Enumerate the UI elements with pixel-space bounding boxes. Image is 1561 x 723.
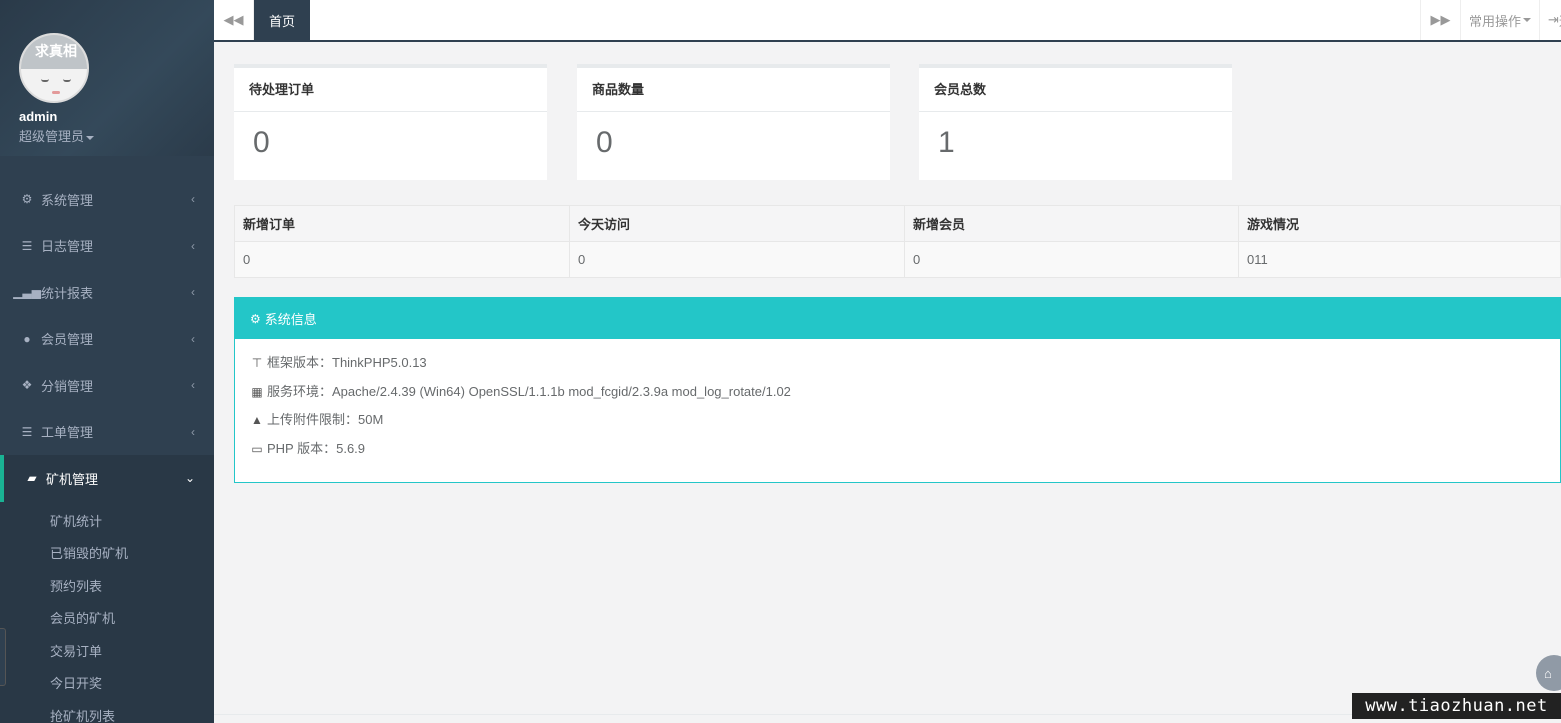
sidebar-item-label: 分销管理: [41, 378, 94, 394]
cubes-icon: ❖: [21, 378, 33, 393]
table-row: 0 0 0 011: [234, 241, 1561, 278]
home-float-button[interactable]: ⌂: [1536, 655, 1561, 691]
tab-home[interactable]: 首页: [254, 0, 311, 40]
table-header-cell: 新增订单: [234, 205, 570, 242]
sidebar-nav: ⚙ 系统管理 ‹ ☰ 日志管理 ‹ ▁▃▅ 统计报表 ‹ ● 会员管理 ‹ ❖ …: [0, 176, 214, 502]
sidebar-toggle-handle[interactable]: [0, 628, 6, 686]
stat-pending-orders: 待处理订单 0: [234, 64, 547, 180]
logout-button[interactable]: ⇥退出: [1539, 0, 1561, 40]
chevron-left-icon: ‹: [191, 331, 195, 346]
sign-out-icon: ⇥: [1548, 12, 1559, 27]
info-row: ▦ 服务环境：Apache/2.4.39 (Win64) OpenSSL/1.1…: [250, 378, 1545, 407]
server-icon: ☰: [21, 238, 33, 253]
info-row: ▲ 上传附件限制：50M: [250, 406, 1545, 435]
gears-icon: ⚙: [250, 311, 261, 326]
user-name: admin: [19, 109, 58, 124]
submenu-item[interactable]: 交易订单: [0, 636, 214, 669]
avatar-text: 求真相: [35, 44, 77, 60]
stat-title: 会员总数: [919, 68, 1232, 112]
system-info-panel: ⚙ 系统信息 ⊤ 框架版本：ThinkPHP5.0.13 ▦ 服务环境：Apac…: [234, 297, 1561, 483]
chevron-left-icon: ‹: [191, 378, 195, 393]
tab-scroll-left-button[interactable]: ◀◀: [214, 0, 254, 40]
info-row: ▭ PHP 版本：5.6.9: [250, 435, 1545, 464]
submenu-item[interactable]: 今日开奖: [0, 668, 214, 701]
stat-value: 1: [938, 126, 955, 159]
chevron-left-icon: ‹: [191, 238, 195, 253]
sidebar-item-members[interactable]: ● 会员管理 ‹: [0, 316, 214, 363]
sidebar-item-system[interactable]: ⚙ 系统管理 ‹: [0, 176, 214, 223]
sidebar-item-logs[interactable]: ☰ 日志管理 ‹: [0, 223, 214, 270]
table-cell: 0: [904, 241, 1239, 278]
signal-icon: ▁▃▅: [13, 285, 41, 300]
avatar[interactable]: 求真相: [19, 33, 89, 103]
info-text: 服务环境：Apache/2.4.39 (Win64) OpenSSL/1.1.1…: [267, 383, 791, 399]
table-header-cell: 新增会员: [904, 205, 1239, 242]
home-icon: ⌂: [1544, 665, 1552, 681]
sidebar: 求真相 admin 超级管理员 ⚙ 系统管理 ‹ ☰ 日志管理 ‹ ▁▃▅ 统计…: [0, 0, 214, 723]
sidebar-item-tickets[interactable]: ☰ 工单管理 ‹: [0, 409, 214, 456]
caret-down-icon: [86, 135, 95, 140]
stat-title: 待处理订单: [234, 68, 547, 112]
table-header-cell: 今天访问: [569, 205, 905, 242]
watermark: www.tiaozhuan.net: [1352, 693, 1561, 719]
summary-table: 新增订单 今天访问 新增会员 游戏情况 0 0 0 011: [234, 205, 1561, 278]
user-profile: 求真相 admin 超级管理员: [0, 0, 214, 156]
submenu-item[interactable]: 抢矿机列表: [0, 701, 214, 723]
stat-value: 0: [253, 126, 270, 159]
forward-icon: ▶▶: [1430, 12, 1451, 27]
sidebar-item-label: 会员管理: [41, 332, 94, 348]
stat-member-total: 会员总数 1: [919, 64, 1232, 180]
sidebar-item-label: 系统管理: [41, 192, 94, 208]
book-icon: ▰: [27, 471, 37, 486]
sidebar-item-reports[interactable]: ▁▃▅ 统计报表 ‹: [0, 269, 214, 316]
panel-body: ⊤ 框架版本：ThinkPHP5.0.13 ▦ 服务环境：Apache/2.4.…: [235, 339, 1560, 473]
sitemap-icon: ⊤: [251, 356, 263, 370]
common-ops-dropdown[interactable]: 常用操作: [1459, 0, 1539, 40]
gear-icon: ⚙: [21, 192, 33, 207]
sidebar-item-label: 统计报表: [41, 285, 94, 301]
panel-heading: ⚙ 系统信息: [235, 298, 1560, 339]
warning-icon: ▲: [251, 413, 263, 427]
user-role-dropdown[interactable]: 超级管理员: [19, 126, 214, 145]
info-row: ⊤ 框架版本：ThinkPHP5.0.13: [250, 349, 1545, 378]
common-ops-label: 常用操作: [1468, 13, 1521, 29]
table-cell: 011: [1238, 241, 1561, 278]
caret-down-icon: [1523, 18, 1531, 22]
sidebar-item-label: 矿机管理: [46, 471, 99, 487]
submenu-item[interactable]: 已销毁的矿机: [0, 538, 214, 571]
table-cell: 0: [569, 241, 905, 278]
info-text: 框架版本：ThinkPHP5.0.13: [267, 355, 427, 370]
submenu-miners: 矿机统计 已销毁的矿机 预约列表 会员的矿机 交易订单 今日开奖 抢矿机列表: [0, 501, 214, 723]
stat-value: 0: [596, 126, 613, 159]
sidebar-item-distribution[interactable]: ❖ 分销管理 ‹: [0, 362, 214, 409]
server-icon: ☰: [21, 424, 33, 439]
table-cell: 0: [234, 241, 570, 278]
user-role-label: 超级管理员: [19, 129, 85, 144]
chevron-left-icon: ‹: [191, 424, 195, 439]
backward-icon: ◀◀: [223, 12, 244, 27]
chevron-down-icon: ⌄: [184, 471, 195, 486]
tab-scroll-right-button[interactable]: ▶▶: [1419, 0, 1460, 40]
user-icon: ●: [23, 331, 31, 346]
credit-card-icon: ▭: [251, 441, 263, 456]
table-header-row: 新增订单 今天访问 新增会员 游戏情况: [234, 205, 1561, 242]
stat-product-count: 商品数量 0: [577, 64, 890, 180]
sidebar-item-label: 工单管理: [41, 425, 94, 441]
chevron-left-icon: ‹: [191, 285, 195, 300]
table-header-cell: 游戏情况: [1238, 205, 1561, 242]
chevron-left-icon: ‹: [191, 192, 195, 207]
panel-title: 系统信息: [264, 312, 317, 327]
top-tab-bar: ◀◀ 首页 ▶▶ 常用操作 ⇥退出: [214, 0, 1561, 42]
info-text: PHP 版本：5.6.9: [267, 440, 366, 456]
windows-icon: ▦: [251, 384, 263, 399]
info-text: 上传附件限制：50M: [267, 412, 384, 427]
sidebar-item-label: 日志管理: [41, 239, 94, 255]
submenu-item[interactable]: 会员的矿机: [0, 603, 214, 636]
sidebar-item-miners[interactable]: ▰ 矿机管理 ⌄: [0, 455, 214, 502]
stat-title: 商品数量: [577, 68, 890, 112]
submenu-item[interactable]: 预约列表: [0, 571, 214, 604]
submenu-item[interactable]: 矿机统计: [0, 506, 214, 539]
